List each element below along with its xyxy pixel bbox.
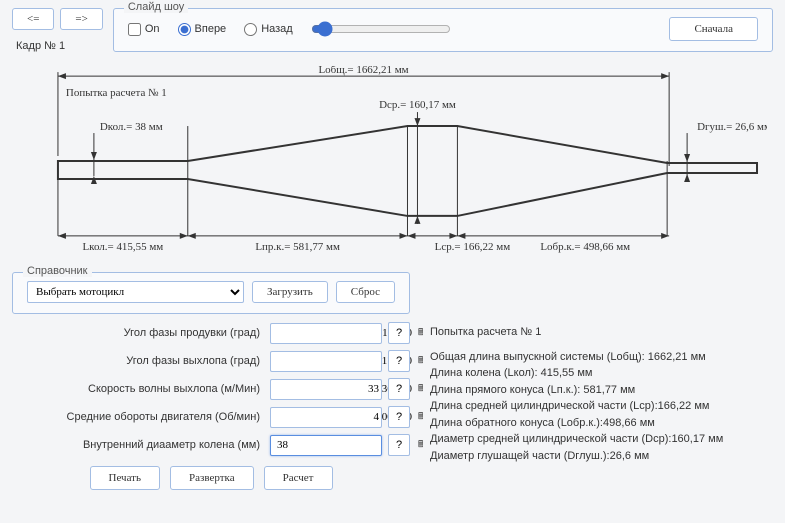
next-button[interactable]: =>: [60, 8, 102, 30]
slideshow-forward-radio[interactable]: Впере: [178, 23, 227, 36]
calc-button[interactable]: Расчет: [264, 466, 333, 490]
motorcycle-select[interactable]: Выбрать мотоцикл: [27, 281, 244, 303]
calculator-icon[interactable]: 🖩: [418, 438, 423, 452]
wave-speed-label: Скорость волны выхлопа (м/Мин): [12, 383, 264, 395]
help-button[interactable]: ?: [388, 434, 410, 456]
reference-group: Справочник Выбрать мотоцикл Загрузить Сб…: [12, 272, 410, 314]
dim-l-prk: Lпр.к.= 581,77 мм: [255, 241, 340, 253]
attempt-label: Попытка расчета № 1: [66, 87, 167, 99]
results-line: Диаметр глушащей части (Dглуш.):26,6 мм: [430, 448, 773, 465]
dim-l-obrk: Lобр.к.= 498,66 мм: [540, 241, 630, 253]
slideshow-group: Слайд шоу On Впере Назад Сначала: [113, 8, 773, 52]
help-button[interactable]: ?: [388, 378, 410, 400]
unfold-button[interactable]: Развертка: [170, 466, 254, 490]
dim-d-kol: Dкол.= 38 мм: [100, 121, 163, 133]
help-button[interactable]: ?: [388, 350, 410, 372]
frame-label: Кадр № 1: [16, 40, 103, 52]
results-title: Попытка расчета № 1: [430, 324, 773, 341]
scavenge-angle-label: Угол фазы продувки (град): [12, 327, 264, 339]
slideshow-slider[interactable]: [311, 21, 451, 37]
exhaust-diagram: Lобщ.= 1662,21 мм Попытка расчета № 1 Dк…: [18, 66, 767, 264]
on-checkbox-label: On: [145, 23, 160, 35]
forward-radio-input[interactable]: [178, 23, 191, 36]
calculator-icon[interactable]: 🖩: [418, 410, 423, 424]
dim-l-total: Lобщ.= 1662,21 мм: [318, 66, 408, 76]
help-button[interactable]: ?: [388, 406, 410, 428]
back-radio-input[interactable]: [244, 23, 257, 36]
results-line: Длина обратного конуса (Lобр.к.):498,66 …: [430, 415, 773, 432]
dim-d-gush: Dгуш.= 26,6 мм: [697, 121, 767, 133]
results-line: Длина прямого конуса (Lп.к.): 581,77 мм: [430, 382, 773, 399]
dim-l-cp: Lср.= 166,22 мм: [435, 241, 511, 253]
on-checkbox-input[interactable]: [128, 23, 141, 36]
rpm-label: Средние обороты двигателя (Об/мин): [12, 411, 264, 423]
dim-d-cp: Dср.= 160,17 мм: [379, 99, 456, 111]
print-button[interactable]: Печать: [90, 466, 161, 490]
slideshow-on-checkbox[interactable]: On: [128, 23, 160, 36]
calculator-icon[interactable]: 🖩: [418, 354, 423, 368]
calculator-icon[interactable]: 🖩: [418, 326, 423, 340]
exhaust-angle-label: Угол фазы выхлопа (град): [12, 355, 264, 367]
help-button[interactable]: ?: [388, 322, 410, 344]
results-line: Длина колена (Lкол): 415,55 мм: [430, 365, 773, 382]
results-line: Общая длина выпускной системы (Lобщ): 16…: [430, 349, 773, 366]
prev-button[interactable]: <=: [12, 8, 54, 30]
load-button[interactable]: Загрузить: [252, 281, 328, 303]
results-line: Диаметр средней цилиндрической части (Dс…: [430, 431, 773, 448]
reset-ref-button[interactable]: Сброс: [336, 281, 395, 303]
inner-dia-label: Внутренний диааметр колена (мм): [12, 439, 264, 451]
slideshow-legend: Слайд шоу: [124, 1, 188, 13]
calculator-icon[interactable]: 🖩: [418, 382, 423, 396]
results-panel: Попытка расчета № 1 Общая длина выпускно…: [430, 272, 773, 490]
reference-legend: Справочник: [23, 265, 92, 277]
slideshow-reset-button[interactable]: Сначала: [669, 17, 758, 41]
dim-l-kol: Lкол.= 415,55 мм: [82, 241, 163, 253]
back-radio-label: Назад: [261, 23, 293, 35]
forward-radio-label: Впере: [195, 23, 227, 35]
results-line: Длина средней цилиндрической части (Lср)…: [430, 398, 773, 415]
slideshow-back-radio[interactable]: Назад: [244, 23, 293, 36]
